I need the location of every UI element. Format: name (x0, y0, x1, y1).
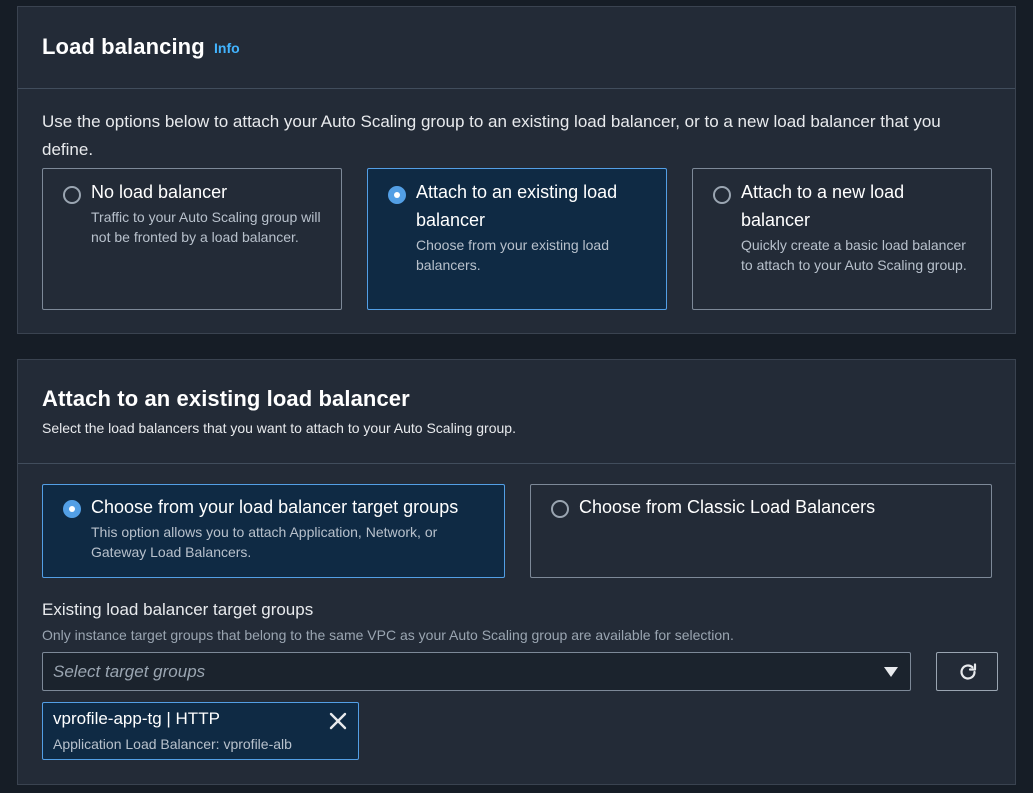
load-balancing-panel: Load balancing Info Use the options belo… (17, 6, 1016, 334)
target-groups-radio[interactable] (63, 500, 81, 518)
attach-existing-description: Choose from your existing load balancers… (416, 237, 609, 273)
token-description: Application Load Balancer: vprofile-alb (53, 736, 292, 752)
page: Load balancing Info Use the options belo… (0, 0, 1033, 793)
attach-new-description: Quickly create a basic load balancer to … (741, 237, 967, 273)
token-title: vprofile-app-tg | HTTP (53, 709, 220, 728)
target-groups-description: This option allows you to attach Applica… (91, 524, 438, 560)
refresh-icon (960, 663, 977, 680)
attach-existing-panel-title: Attach to an existing load balancer (42, 386, 410, 411)
attach-new-load-balancer-option[interactable]: Attach to a new load balancer Quickly cr… (692, 168, 992, 310)
attach-new-radio[interactable] (713, 186, 731, 204)
info-link[interactable]: Info (214, 40, 240, 56)
classic-load-balancers-radio[interactable] (551, 500, 569, 518)
load-balancing-title: Load balancing (42, 34, 205, 59)
close-icon[interactable] (328, 711, 348, 731)
attach-existing-panel-description: Select the load balancers that you want … (42, 420, 516, 436)
target-groups-option[interactable]: Choose from your load balancer target gr… (42, 484, 505, 578)
no-load-balancer-title: No load balancer (91, 182, 228, 202)
attach-existing-title: Attach to an existing load balancer (416, 182, 618, 230)
no-load-balancer-option[interactable]: No load balancer Traffic to your Auto Sc… (42, 168, 342, 310)
no-load-balancer-description: Traffic to your Auto Scaling group will … (91, 209, 321, 245)
attach-existing-header: Attach to an existing load balancer Sele… (18, 360, 1015, 464)
target-groups-field-description: Only instance target groups that belong … (42, 627, 734, 643)
attach-existing-radio[interactable] (388, 186, 406, 204)
attach-new-title: Attach to a new load balancer (741, 182, 905, 230)
classic-load-balancers-title: Choose from Classic Load Balancers (579, 497, 876, 517)
refresh-button[interactable] (936, 652, 998, 691)
attach-existing-load-balancer-option[interactable]: Attach to an existing load balancer Choo… (367, 168, 667, 310)
target-groups-select[interactable]: Select target groups (42, 652, 911, 691)
load-balancing-intro: Use the options below to attach your Aut… (42, 112, 941, 159)
no-load-balancer-radio[interactable] (63, 186, 81, 204)
load-balancing-header: Load balancing Info (18, 7, 1015, 89)
caret-down-icon (884, 667, 898, 677)
selected-target-group-token: vprofile-app-tg | HTTP Application Load … (42, 702, 359, 760)
target-groups-select-placeholder: Select target groups (53, 662, 206, 681)
target-groups-field-label: Existing load balancer target groups (42, 600, 314, 619)
classic-load-balancers-option[interactable]: Choose from Classic Load Balancers (530, 484, 992, 578)
target-groups-title: Choose from your load balancer target gr… (91, 497, 459, 517)
attach-existing-panel: Attach to an existing load balancer Sele… (17, 359, 1016, 785)
